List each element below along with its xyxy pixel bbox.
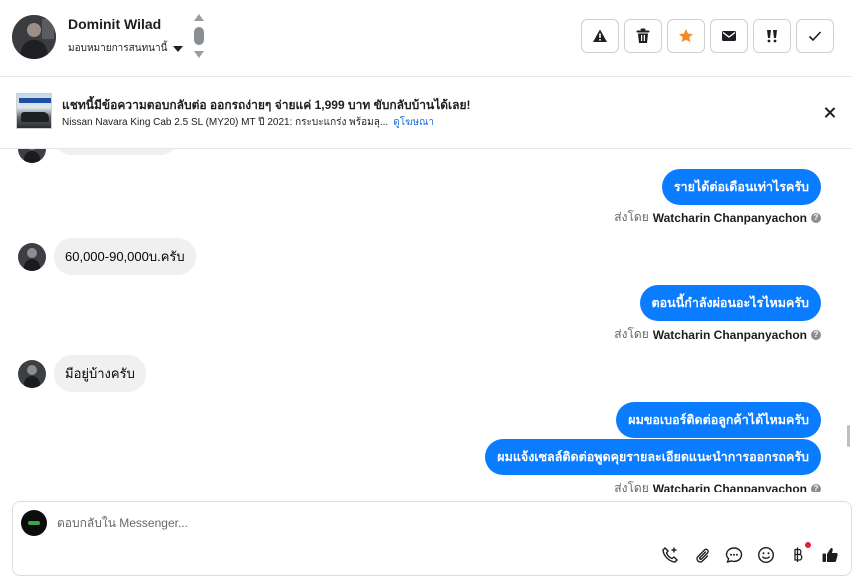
smiley-icon [757, 546, 775, 564]
sender-name[interactable]: Watcharin Chanpanyachon [653, 211, 807, 225]
call-add-icon [662, 547, 678, 563]
customer-avatar [18, 360, 46, 388]
delete-button[interactable] [624, 19, 662, 53]
mark-done-button[interactable] [796, 19, 834, 53]
ad-subtext-row: Nissan Navara King Cab 2.5 SL (MY20) MT … [62, 115, 434, 130]
message-bubble-incoming[interactable] [54, 149, 178, 155]
baht-icon [794, 547, 803, 562]
help-icon[interactable]: ? [811, 329, 821, 340]
call-add-button[interactable] [659, 544, 681, 566]
notification-dot [805, 542, 811, 548]
ad-headline: แชทนี้มีข้อความตอบกลับต่อ ออกรถง่ายๆ จ่า… [62, 98, 471, 112]
contact-avatar[interactable] [12, 15, 56, 59]
report-spam-button[interactable] [581, 19, 619, 53]
arrow-up-icon[interactable] [194, 14, 204, 21]
star-button[interactable] [667, 19, 705, 53]
chat-bubble-icon [725, 547, 743, 564]
close-icon[interactable] [821, 104, 839, 122]
assign-label: มอบหมายการสนทนานี้ [68, 43, 168, 54]
star-icon [679, 29, 693, 43]
ad-thumbnail[interactable] [16, 93, 52, 129]
saved-replies-button[interactable] [723, 544, 745, 566]
message-bubble-outgoing[interactable]: ตอนนี้กำลังผ่อนอะไรไหมครับ [639, 285, 821, 321]
sent-by-label: ส่งโดย Watcharin Chanpanyachon ? [614, 208, 821, 227]
sender-name[interactable]: Watcharin Chanpanyachon [653, 482, 807, 493]
customer-avatar [18, 149, 46, 163]
follow-up-button[interactable] [753, 19, 791, 53]
message-thread[interactable]: รายได้ต่อเดือนเท่าไรครับ ส่งโดย Watchari… [0, 149, 852, 492]
message-bubble-incoming[interactable]: 60,000-90,000บ.ครับ [54, 238, 196, 275]
person-photo-icon [12, 15, 56, 59]
message-bubble-incoming[interactable]: มีอยู่บ้างครับ [54, 355, 146, 392]
trash-icon [636, 28, 650, 43]
sent-by-prefix: ส่งโดย [614, 327, 649, 341]
sender-name[interactable]: Watcharin Chanpanyachon [653, 328, 807, 342]
sent-by-label: ส่งโดย Watcharin Chanpanyachon ? [614, 479, 821, 492]
check-icon [808, 31, 822, 42]
payment-button[interactable] [787, 542, 811, 566]
like-button[interactable] [819, 544, 841, 566]
assign-conversation-dropdown[interactable]: มอบหมายการสนทนานี้ [68, 41, 184, 56]
message-bubble-outgoing[interactable]: ผมขอเบอร์ติดต่อลูกค้าได้ไหมครับ [616, 402, 821, 438]
envelope-icon [722, 31, 736, 41]
view-ad-link[interactable]: ดูโฆษณา [393, 115, 434, 130]
thumbs-up-icon [822, 548, 838, 562]
arrow-down-icon[interactable] [194, 51, 204, 58]
sent-by-prefix: ส่งโดย [614, 210, 649, 224]
reply-composer [12, 501, 852, 576]
sent-by-prefix: ส่งโดย [614, 481, 649, 492]
reply-input[interactable] [57, 516, 617, 530]
page-avatar [21, 510, 47, 536]
conversation-actions [581, 19, 834, 53]
message-bubble-outgoing[interactable]: ผมแจ้งเซลล์ติดต่อพูดคุยรายละเอียดแนะนำกา… [485, 439, 821, 475]
help-icon[interactable]: ? [811, 212, 821, 223]
thread-scrollbar[interactable] [847, 425, 850, 447]
warning-icon [593, 29, 607, 42]
customer-avatar [18, 243, 46, 271]
emoji-button[interactable] [755, 544, 777, 566]
pickup-truck-icon [21, 112, 49, 122]
conversation-header: Dominit Wilad มอบหมายการสนทนานี้ [0, 0, 852, 77]
header-scrollbar[interactable] [193, 14, 205, 60]
ad-subtext: Nissan Navara King Cab 2.5 SL (MY20) MT … [62, 117, 389, 128]
message-bubble-outgoing[interactable]: รายได้ต่อเดือนเท่าไรครับ [661, 169, 821, 205]
mark-unread-button[interactable] [710, 19, 748, 53]
composer-tools [659, 542, 841, 566]
sent-by-label: ส่งโดย Watcharin Chanpanyachon ? [614, 325, 821, 344]
paperclip-icon [696, 548, 709, 563]
caret-down-icon [173, 45, 184, 52]
ad-context-banner: แชทนี้มีข้อความตอบกลับต่อ ออกรถง่ายๆ จ่า… [0, 77, 852, 149]
exclamation-icon [767, 30, 777, 43]
ad-thumbnail-band [19, 98, 51, 103]
attach-button[interactable] [691, 544, 713, 566]
help-icon[interactable]: ? [811, 483, 821, 492]
contact-name[interactable]: Dominit Wilad [68, 16, 161, 32]
scroll-thumb[interactable] [194, 27, 204, 45]
